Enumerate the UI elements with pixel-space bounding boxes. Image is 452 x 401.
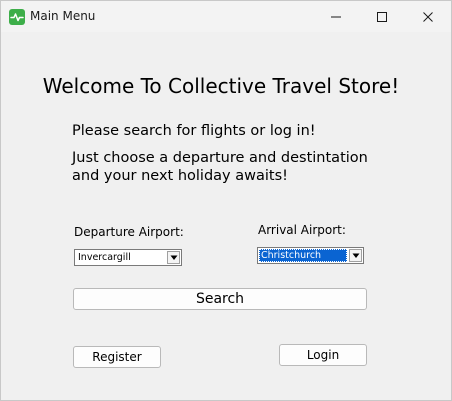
arrival-airport-select[interactable]: Christchurch	[257, 247, 364, 264]
search-button[interactable]: Search	[73, 288, 367, 310]
app-pulse-icon	[9, 9, 25, 25]
title-bar[interactable]: Main Menu	[1, 1, 451, 32]
main-menu-window: Main Menu Welcome To Collective Travel S…	[0, 0, 452, 401]
main-panel: Welcome To Collective Travel Store! Plea…	[1, 32, 451, 400]
minimize-icon	[331, 16, 341, 18]
arrival-airport-value: Christchurch	[259, 249, 347, 262]
maximize-button[interactable]	[359, 1, 405, 32]
welcome-heading: Welcome To Collective Travel Store!	[42, 74, 400, 98]
chevron-down-icon	[352, 253, 360, 258]
close-button[interactable]	[405, 1, 451, 32]
login-button[interactable]: Login	[279, 344, 367, 366]
intro-text-line-2: Just choose a departure and destintation	[72, 150, 368, 166]
chevron-down-icon	[170, 255, 178, 260]
arrival-dropdown-button[interactable]	[349, 249, 362, 262]
minimize-button[interactable]	[313, 1, 359, 32]
register-button[interactable]: Register	[73, 346, 161, 368]
intro-text-line-3: and your next holiday awaits!	[72, 168, 288, 184]
departure-airport-label: Departure Airport:	[74, 225, 184, 239]
maximize-icon	[377, 12, 387, 22]
departure-dropdown-button[interactable]	[167, 251, 180, 264]
window-title: Main Menu	[30, 9, 96, 23]
close-icon	[423, 12, 433, 22]
departure-airport-value: Invercargill	[78, 252, 131, 263]
departure-airport-select[interactable]: Invercargill	[74, 249, 182, 266]
arrival-airport-label: Arrival Airport:	[258, 223, 346, 237]
intro-text-line-1: Please search for flights or log in!	[72, 123, 316, 139]
